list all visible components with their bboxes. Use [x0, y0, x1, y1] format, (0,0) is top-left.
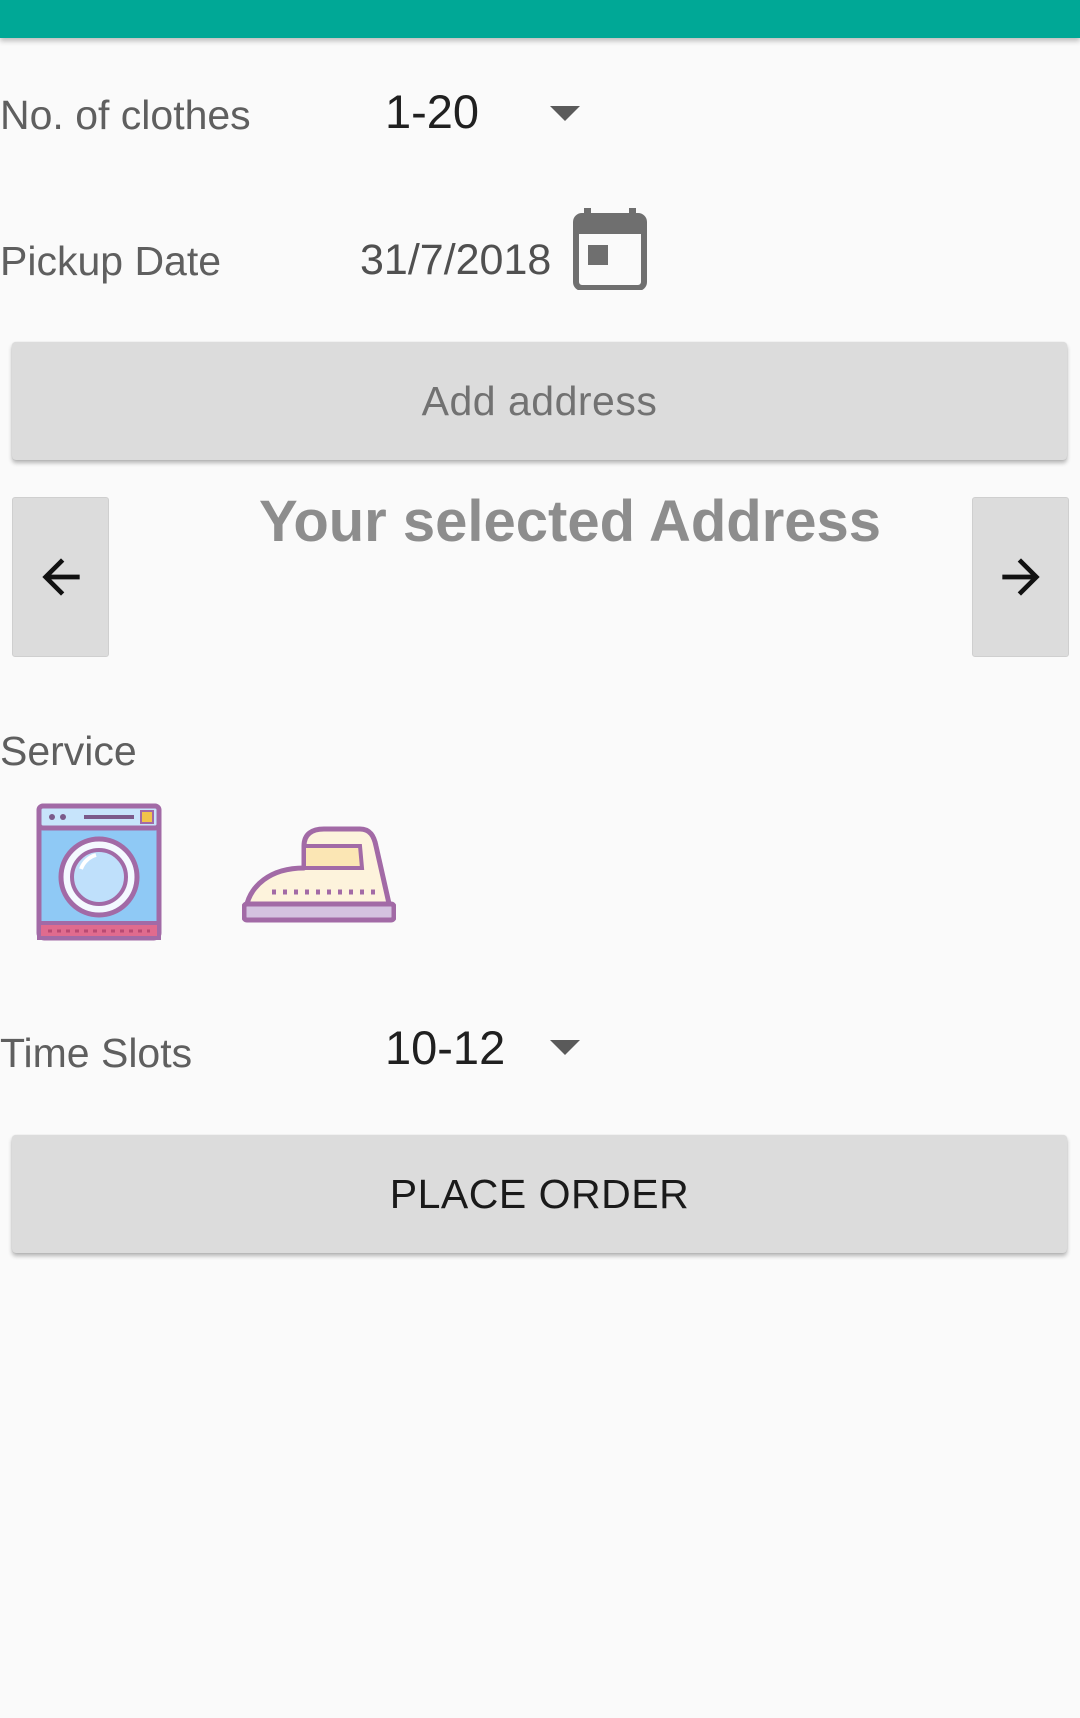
app-bar [0, 0, 1080, 38]
add-address-button[interactable]: Add address [12, 342, 1067, 460]
clothes-label: No. of clothes [0, 92, 251, 138]
place-order-label: PLACE ORDER [389, 1170, 690, 1217]
pickup-date-value: 31/7/2018 [360, 236, 552, 284]
previous-address-button[interactable] [12, 497, 109, 657]
arrow-right-icon [1001, 558, 1040, 596]
add-address-label: Add address [421, 377, 658, 424]
service-label: Service [0, 728, 137, 774]
time-slots-label: Time Slots [0, 1030, 193, 1076]
iron-icon[interactable] [242, 826, 396, 924]
pickup-date-label: Pickup Date [0, 238, 222, 284]
selected-address-heading: Your selected Address [258, 489, 882, 554]
arrow-left-icon [41, 558, 80, 596]
washing-machine-icon[interactable] [36, 803, 162, 941]
time-slot-selected-value: 10-12 [385, 1021, 506, 1074]
place-order-button[interactable]: PLACE ORDER [12, 1135, 1067, 1253]
next-address-button[interactable] [972, 497, 1069, 657]
dropdown-arrow-icon [550, 1040, 580, 1055]
clothes-spinner[interactable]: 1-20 [370, 70, 600, 150]
time-slots-spinner[interactable]: 10-12 [370, 1006, 600, 1086]
dropdown-arrow-icon [550, 106, 580, 121]
clothes-selected-value: 1-20 [385, 85, 480, 138]
calendar-icon[interactable] [573, 208, 647, 290]
